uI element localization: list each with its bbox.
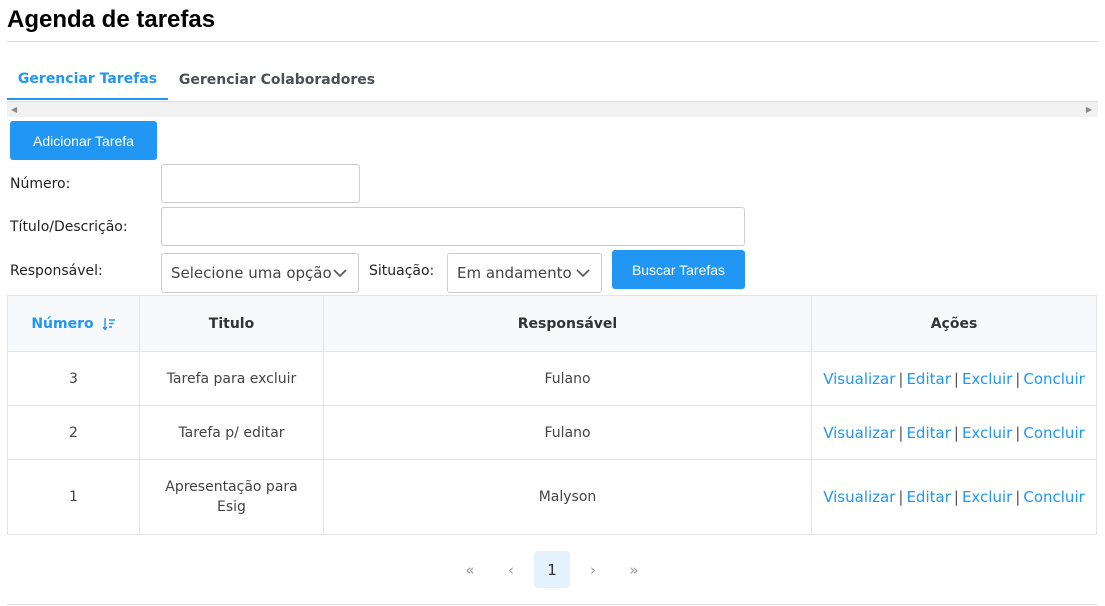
- action-separator: |: [953, 369, 959, 388]
- responsible-select[interactable]: Selecione uma opção: [161, 253, 359, 293]
- action-separator: |: [953, 423, 959, 442]
- action-separator: |: [898, 423, 904, 442]
- first-page-button[interactable]: «: [452, 551, 488, 588]
- edit-link[interactable]: Editar: [906, 424, 950, 442]
- tab-gerenciar-tarefas[interactable]: Gerenciar Tarefas: [7, 60, 168, 100]
- status-label: Situação:: [369, 263, 435, 279]
- tab-bar: Gerenciar Tarefas Gerenciar Colaboradore…: [7, 60, 1098, 101]
- table-row: 3 Tarefa para excluir Fulano Visualizar |…: [7, 352, 1097, 406]
- previous-page-button[interactable]: ‹: [493, 551, 529, 588]
- title-divider: [7, 41, 1098, 42]
- chevron-down-icon: [333, 269, 347, 278]
- tab-scrollbar[interactable]: ◀ ▶: [7, 101, 1098, 117]
- column-header-actions: Ações: [811, 296, 1097, 351]
- cell-title: Tarefa p/ editar: [139, 406, 323, 459]
- next-page-button[interactable]: ›: [575, 551, 611, 588]
- delete-link[interactable]: Excluir: [962, 424, 1012, 442]
- page-title: Agenda de tarefas: [7, 6, 216, 33]
- cell-actions: Visualizar | Editar | Excluir | Concluir: [811, 460, 1097, 534]
- status-select[interactable]: Em andamento: [447, 253, 602, 293]
- responsible-label: Responsável:: [10, 263, 103, 279]
- complete-link[interactable]: Concluir: [1023, 370, 1084, 388]
- view-link[interactable]: Visualizar: [823, 424, 895, 442]
- complete-link[interactable]: Concluir: [1023, 424, 1084, 442]
- cell-actions: Visualizar | Editar | Excluir | Concluir: [811, 406, 1097, 459]
- sort-descending-icon: [102, 317, 115, 331]
- cell-title: Apresentação para Esig: [139, 460, 323, 534]
- view-link[interactable]: Visualizar: [823, 488, 895, 506]
- view-link[interactable]: Visualizar: [823, 370, 895, 388]
- scroll-right-icon[interactable]: ▶: [1086, 105, 1092, 114]
- cell-responsible: Fulano: [323, 352, 811, 405]
- last-page-button[interactable]: »: [616, 551, 652, 588]
- title-label: Título/Descrição:: [10, 219, 128, 235]
- bottom-divider: [7, 604, 1098, 605]
- action-separator: |: [953, 488, 959, 506]
- cell-number: 1: [7, 460, 139, 534]
- cell-actions: Visualizar | Editar | Excluir | Concluir: [811, 352, 1097, 405]
- cell-title: Tarefa para excluir: [139, 352, 323, 405]
- table-row: 2 Tarefa p/ editar Fulano Visualizar | Edi…: [7, 406, 1097, 460]
- action-separator: |: [1015, 369, 1021, 388]
- cell-number: 3: [7, 352, 139, 405]
- edit-link[interactable]: Editar: [906, 488, 950, 506]
- action-separator: |: [898, 488, 904, 506]
- delete-link[interactable]: Excluir: [962, 488, 1012, 506]
- edit-link[interactable]: Editar: [906, 370, 950, 388]
- scroll-left-icon[interactable]: ◀: [11, 105, 17, 114]
- table-header-row: Número Titulo Responsável Ações: [7, 295, 1097, 352]
- cell-number: 2: [7, 406, 139, 459]
- title-input[interactable]: [161, 207, 745, 246]
- column-header-responsible: Responsável: [323, 296, 811, 351]
- action-separator: |: [898, 369, 904, 388]
- search-tasks-button[interactable]: Buscar Tarefas: [612, 250, 745, 289]
- column-header-number[interactable]: Número: [7, 296, 139, 351]
- delete-link[interactable]: Excluir: [962, 370, 1012, 388]
- action-separator: |: [1015, 423, 1021, 442]
- number-input[interactable]: [161, 164, 360, 203]
- pagination: « ‹ 1 › »: [0, 551, 1105, 588]
- number-label: Número:: [10, 176, 71, 192]
- status-select-value: Em andamento: [457, 264, 572, 282]
- responsible-select-value: Selecione uma opção: [171, 264, 332, 282]
- chevron-down-icon: [576, 269, 590, 278]
- column-header-title: Titulo: [139, 296, 323, 351]
- cell-responsible: Fulano: [323, 406, 811, 459]
- page-1-button[interactable]: 1: [534, 551, 570, 588]
- add-task-button[interactable]: Adicionar Tarefa: [10, 121, 157, 160]
- tab-gerenciar-colaboradores[interactable]: Gerenciar Colaboradores: [177, 60, 377, 100]
- complete-link[interactable]: Concluir: [1023, 488, 1084, 506]
- action-separator: |: [1015, 488, 1021, 506]
- table-row: 1 Apresentação para Esig Malyson Visuali…: [7, 460, 1097, 535]
- cell-responsible: Malyson: [323, 460, 811, 534]
